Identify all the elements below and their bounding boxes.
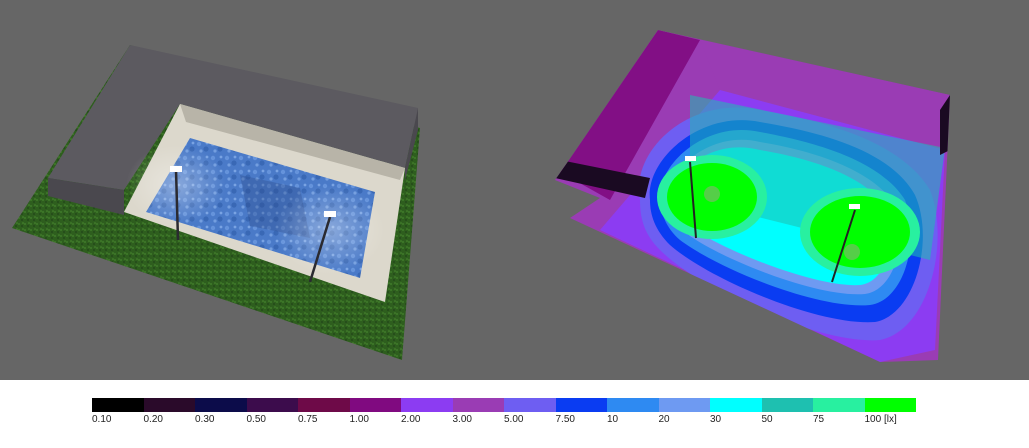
legend-label: 0.50: [246, 414, 266, 425]
lamp-glow-2: [275, 185, 385, 275]
heatmap-lamp-head-2: [849, 204, 860, 209]
legend-swatch: [401, 398, 453, 412]
legend-swatch: [607, 398, 659, 412]
legend-swatch: [761, 398, 813, 412]
legend-swatch: [246, 398, 298, 412]
legend-label: 5.00: [504, 414, 524, 425]
legend-color-bar: [92, 398, 916, 412]
legend-swatch: [92, 398, 144, 412]
legend-swatch: [504, 398, 556, 412]
legend-label: 7.50: [555, 414, 575, 425]
legend-label: 50: [761, 414, 773, 425]
legend-swatch: [813, 398, 865, 412]
legend-label: 0.10: [92, 414, 112, 425]
legend-label: 75: [813, 414, 825, 425]
scene-canvas: [12, 30, 950, 362]
render-viewport: [0, 0, 1029, 380]
illuminance-legend: 0.10 0.20 0.30 0.50 0.75 1.00 2.00 3.00 5.00 7.50…: [0, 380, 1029, 448]
left-render-view: [12, 45, 420, 360]
legend-label: 10: [607, 414, 619, 425]
heatmap-lamp-head-1: [685, 156, 696, 161]
legend-swatch: [658, 398, 710, 412]
legend-label: 1.00: [349, 414, 369, 425]
legend-swatch: [710, 398, 762, 412]
legend-swatch: [298, 398, 350, 412]
legend-label: 2.00: [401, 414, 421, 425]
lamp-head-1: [170, 166, 182, 172]
lamp-head-2: [324, 211, 336, 217]
right-falsecolor-view: [555, 30, 950, 362]
legend-swatch: [555, 398, 607, 412]
legend-label: 100 [lx]: [864, 414, 897, 425]
legend-swatch: [143, 398, 195, 412]
legend-swatch: [864, 398, 916, 412]
legend-swatch: [452, 398, 504, 412]
legend-label: 3.00: [452, 414, 472, 425]
legend-label: 30: [710, 414, 722, 425]
legend-label: 0.30: [195, 414, 215, 425]
legend-label: 0.75: [298, 414, 318, 425]
legend-label: 20: [658, 414, 670, 425]
legend-swatch: [349, 398, 401, 412]
legend-label: 0.20: [143, 414, 163, 425]
legend-swatch: [195, 398, 247, 412]
